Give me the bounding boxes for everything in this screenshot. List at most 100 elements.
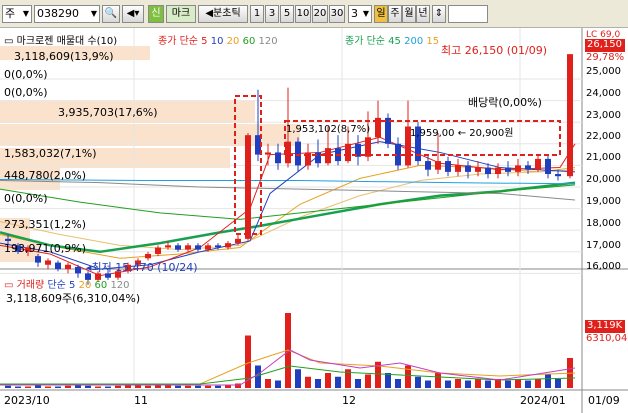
volume-legend: ▭ 거래량 단순 5 20 60 120	[4, 280, 130, 291]
candle-body	[365, 137, 371, 157]
volume-bar	[535, 379, 541, 388]
candle-body	[45, 260, 51, 265]
volume-bar	[275, 380, 281, 388]
unit-day[interactable]: 일	[374, 5, 388, 23]
x-right-date: 01/09	[588, 394, 620, 407]
volume-bar	[555, 379, 561, 388]
candle-body	[155, 247, 161, 254]
candle-body	[345, 143, 351, 162]
count-select[interactable]: 3 ▼	[348, 5, 372, 23]
candle-body	[145, 253, 151, 259]
volume-bar	[15, 386, 21, 388]
price-chart-svg[interactable]	[0, 28, 628, 413]
volume-bar	[505, 380, 511, 388]
interval-1[interactable]: 1	[250, 5, 264, 23]
candle-body	[495, 167, 501, 175]
volume-bar	[195, 385, 201, 388]
price-note-label: 1,959,00 ← 20,900원	[410, 128, 514, 139]
volume-bar	[365, 374, 371, 388]
volume-bar	[265, 379, 271, 388]
candle-body	[225, 243, 231, 248]
low-price-label: ◂최저 15,470 (10/24)	[86, 261, 198, 274]
vp-label-7: 0(0,0%)	[4, 192, 48, 205]
unit-year[interactable]: 년	[416, 5, 430, 23]
speaker-icon[interactable]: ◀▾	[122, 5, 144, 23]
y-tick-21000: 21,000	[586, 152, 621, 163]
vp-label-2: 0(0,0%)	[4, 68, 48, 81]
volume-bar	[485, 380, 491, 388]
volume-bar	[415, 376, 421, 388]
interval-20[interactable]: 20	[312, 5, 328, 23]
extra-input[interactable]	[448, 5, 488, 23]
stock-code-input[interactable]: 038290 ▼	[34, 5, 100, 23]
y-tick-24000: 24,000	[586, 88, 621, 99]
volume-bar	[325, 373, 331, 388]
candle-body	[195, 245, 201, 250]
volume-bar	[295, 369, 301, 388]
volume-bar	[385, 373, 391, 388]
volume-bar	[455, 379, 461, 388]
candle-body	[245, 135, 251, 239]
y-tick-19000: 19,000	[586, 196, 621, 207]
interval-30[interactable]: 30	[329, 5, 345, 23]
candle-body	[275, 152, 281, 164]
up-down-arrows-icon[interactable]: ⇕	[432, 5, 446, 23]
interval-10[interactable]: 10	[295, 5, 311, 23]
price-panel-title: ▭ 마크로젠 매물대 수(10)	[4, 36, 118, 47]
vp-label-6: 448,780(2,0%)	[4, 169, 87, 182]
vp-label-9: 193,971(0,9%)	[4, 242, 87, 255]
candle-body	[515, 165, 521, 172]
y-tick-22000: 22,000	[586, 131, 621, 142]
volume-bar	[425, 380, 431, 388]
y-tick-20000: 20,000	[586, 174, 621, 185]
y-tick-25000: 25,000	[586, 66, 621, 77]
interval-menu[interactable]: ◀분초틱	[198, 5, 248, 23]
volume-bar	[5, 385, 11, 388]
volume-bar	[545, 374, 551, 388]
vp-label-5: 1,583,032(7,1%)	[4, 147, 97, 160]
box-volume-label: 1,953,102(8,7%)	[286, 124, 371, 135]
interval-3[interactable]: 3	[265, 5, 279, 23]
volume-bar	[355, 379, 361, 388]
volume-bar	[515, 379, 521, 388]
volume-bar	[395, 379, 401, 388]
candle-body	[55, 262, 61, 270]
ma-legend: 종가 단순 5 10 20 60 120	[158, 36, 278, 47]
volume-bar	[25, 386, 31, 388]
candle-body	[525, 165, 531, 170]
candle-body	[75, 266, 81, 274]
y-tick-23000: 23,000	[586, 110, 621, 121]
x-label-2023-10: 2023/10	[4, 394, 50, 407]
candle-body	[295, 141, 301, 166]
unit-month[interactable]: 월	[402, 5, 416, 23]
market-select[interactable]: 주 ▼	[2, 5, 32, 23]
volume-bar	[475, 379, 481, 388]
volume-bar	[105, 386, 111, 388]
unit-week[interactable]: 주	[388, 5, 402, 23]
volume-bar	[445, 380, 451, 388]
candle-body	[5, 238, 11, 241]
volume-bar	[315, 379, 321, 388]
volume-bar	[235, 383, 241, 388]
volume-bar	[215, 385, 221, 388]
vp-label-8: 273,351(1,2%)	[4, 218, 87, 231]
candle-body	[205, 245, 211, 250]
candle-body	[165, 245, 171, 248]
candle-body	[455, 165, 461, 172]
volume-bar	[305, 376, 311, 388]
vp-label-1: 3,118,609(13,9%)	[14, 50, 114, 63]
dividend-label: 배당락(0,00%)	[468, 96, 542, 109]
tab-stock-name[interactable]: 마크	[166, 5, 196, 23]
interval-5[interactable]: 5	[280, 5, 294, 23]
y-tick-17000: 17,000	[586, 240, 621, 251]
volume-bar	[335, 376, 341, 388]
volume-bar	[465, 380, 471, 388]
candle-body	[235, 238, 241, 244]
volume-bar	[185, 385, 191, 388]
tab-new[interactable]: 신	[148, 5, 164, 23]
search-icon[interactable]: 🔍	[102, 5, 120, 23]
volume-right-label2: 6310,04	[586, 333, 628, 344]
candle-body	[35, 256, 41, 263]
candle-body	[265, 152, 271, 155]
candle-body	[465, 165, 471, 172]
